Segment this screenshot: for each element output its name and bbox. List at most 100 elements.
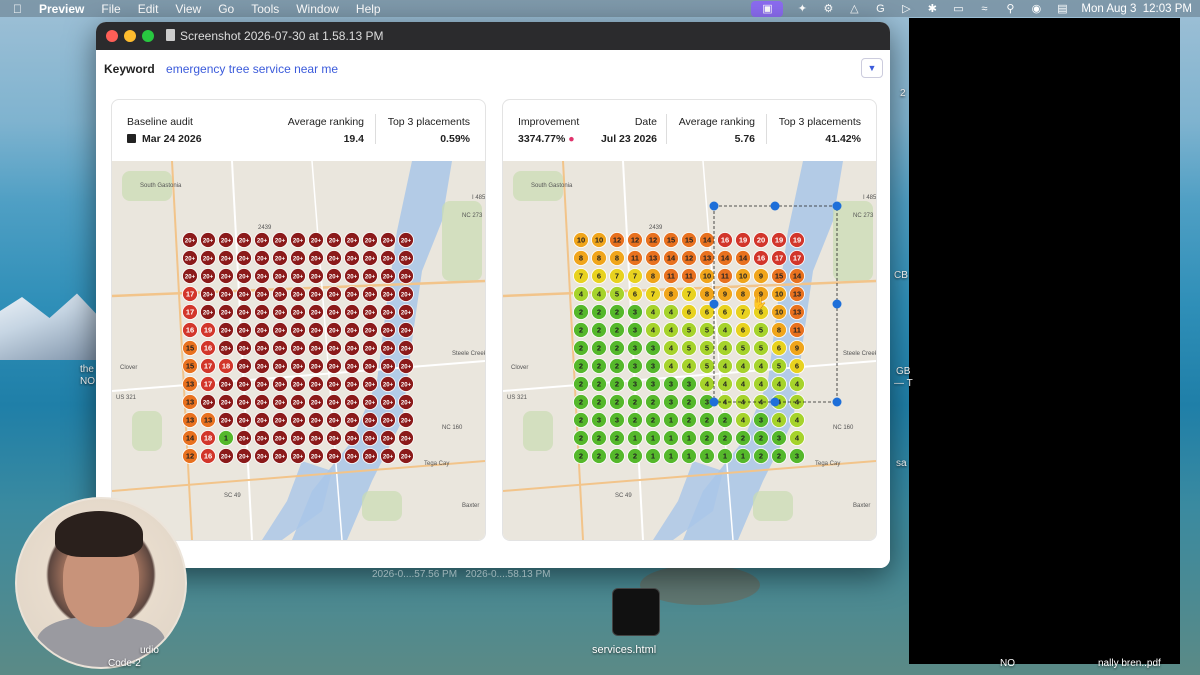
gear-icon[interactable]: ⚙ [821, 3, 835, 15]
ranking-pin-label: 2 [705, 416, 709, 425]
ranking-pin-label: 16 [204, 452, 212, 461]
latest-map[interactable]: South Gastonia Clover Steele Creek Tega Cay… [503, 161, 876, 540]
ranking-pin-label: 1 [669, 434, 673, 443]
apple-logo-icon[interactable]:  [13, 2, 22, 16]
menu-file[interactable]: File [101, 2, 120, 16]
avg-ranking-value: 5.76 [734, 133, 755, 145]
ranking-pin-label: 20+ [239, 401, 250, 407]
menu-tools[interactable]: Tools [251, 2, 279, 16]
play-icon[interactable]: ▷ [899, 3, 913, 15]
latest-map-canvas: South Gastonia Clover Steele Creek Tega Cay… [503, 161, 876, 540]
menu-app-name[interactable]: Preview [39, 2, 84, 16]
ranking-pin-label: 20+ [311, 239, 322, 245]
menu-edit[interactable]: Edit [138, 2, 159, 16]
sparkle-icon[interactable]: ✦ [795, 3, 809, 15]
wifi-icon[interactable]: ≈ [977, 3, 991, 15]
selection-handle[interactable] [770, 397, 780, 407]
map-label: South Gastonia [531, 183, 573, 189]
battery-icon[interactable]: ▭ [951, 3, 965, 15]
ranking-pin-label: 2 [579, 308, 583, 317]
ranking-pin-label: 20+ [347, 437, 358, 443]
ranking-pin-label: 20+ [239, 383, 250, 389]
avg-ranking-value: 19.4 [343, 133, 364, 145]
ranking-pin-label: 20+ [257, 419, 268, 425]
ranking-pin-label: 12 [186, 452, 194, 461]
baseline-label: Baseline audit [127, 116, 193, 128]
ranking-pin-label: 20+ [365, 329, 376, 335]
ranking-pin-label: 20+ [329, 401, 340, 407]
screen-share-icon[interactable]: ▣ [751, 0, 784, 17]
keyword-label: Keyword [104, 62, 155, 76]
ranking-pin-label: 20+ [239, 275, 250, 281]
baseline-avg-stat: Average ranking 19.4 [286, 116, 364, 145]
ranking-pin-label: 3 [633, 308, 637, 317]
ranking-pin-label: 20+ [347, 419, 358, 425]
ranking-pin-label: 7 [687, 290, 691, 299]
keyword-dropdown[interactable]: ▼ [861, 58, 883, 78]
grammarly-icon[interactable]: G [873, 3, 887, 15]
ranking-pin-label: 2 [579, 326, 583, 335]
ranking-pin-label: 20+ [329, 311, 340, 317]
window-titlebar[interactable]: Screenshot 2026-07-30 at 1.58.13 PM [96, 22, 890, 50]
ranking-pin-label: 20+ [401, 293, 412, 299]
baseline-map[interactable]: South Gastonia Clover Steele Creek Tega Cay… [112, 161, 485, 540]
close-button[interactable] [106, 30, 118, 42]
ranking-pin-label: 20+ [365, 347, 376, 353]
ranking-pin-label: 20+ [401, 437, 412, 443]
ranking-pin-label: 2 [597, 452, 601, 461]
selection-handle[interactable] [770, 201, 780, 211]
ranking-pin-label: 20+ [329, 239, 340, 245]
desktop-label: NO [80, 376, 95, 387]
selection-handle[interactable] [709, 201, 719, 211]
minimize-button[interactable] [124, 30, 136, 42]
ranking-pin-label: 1 [669, 416, 673, 425]
ranking-pin-label: 6 [723, 308, 727, 317]
file-icon[interactable] [612, 588, 660, 636]
ranking-pin-label: 2 [579, 398, 583, 407]
ranking-pin-label: 20+ [383, 239, 394, 245]
map-label: I 485 [472, 195, 485, 201]
ranking-pin-label: 20+ [221, 455, 232, 461]
search-icon[interactable]: ⚲ [1003, 3, 1017, 15]
ranking-pin-label: 2 [723, 416, 727, 425]
map-label: NC 273 [462, 213, 483, 219]
menu-view[interactable]: View [175, 2, 201, 16]
ranking-pin-label: 20+ [329, 419, 340, 425]
menu-datetime[interactable]: Mon Aug 3 12:03 PM [1081, 3, 1192, 15]
control-center-icon[interactable]: ▤ [1055, 3, 1069, 15]
ranking-pin-label: 3 [705, 398, 709, 407]
ranking-pin-label: 7 [741, 308, 745, 317]
menu-window[interactable]: Window [296, 2, 339, 16]
menu-help[interactable]: Help [356, 2, 381, 16]
top3-value: 0.59% [440, 133, 470, 145]
bluetooth-icon[interactable]: ✱ [925, 3, 939, 15]
ranking-pin-label: 20+ [347, 383, 358, 389]
keyword-value[interactable]: emergency tree service near me [166, 62, 338, 76]
selection-handle[interactable] [832, 397, 842, 407]
ranking-pin-label: 1 [651, 434, 655, 443]
ranking-pin-label: 2 [615, 452, 619, 461]
selection-handle[interactable] [709, 397, 719, 407]
ranking-pin-label: 20+ [275, 257, 286, 263]
ranking-pin-label: 20+ [293, 401, 304, 407]
selection-handle[interactable] [709, 299, 719, 309]
top3-label: Top 3 placements [387, 116, 470, 128]
desktop-file-label[interactable]: services.html [592, 644, 656, 656]
ranking-pin-label: 20+ [365, 275, 376, 281]
ranking-pin-label: 20+ [401, 401, 412, 407]
selection-handle[interactable] [832, 299, 842, 309]
selection-handle[interactable] [832, 201, 842, 211]
desktop-label: the [80, 364, 94, 375]
ranking-pin-label: 2 [597, 344, 601, 353]
map-label: SC 49 [615, 493, 632, 499]
ranking-pin-label: 20+ [401, 257, 412, 263]
menu-go[interactable]: Go [218, 2, 234, 16]
zoom-button[interactable] [142, 30, 154, 42]
triangle-icon[interactable]: △ [847, 3, 861, 15]
map-label: SC 49 [224, 493, 241, 499]
ranking-pin-label: 20+ [401, 275, 412, 281]
chrome-icon[interactable]: ◉ [1029, 3, 1043, 15]
ranking-pin-label: 1 [705, 452, 709, 461]
ranking-pin-label: 2 [633, 416, 637, 425]
ranking-pin-label: 20+ [293, 257, 304, 263]
